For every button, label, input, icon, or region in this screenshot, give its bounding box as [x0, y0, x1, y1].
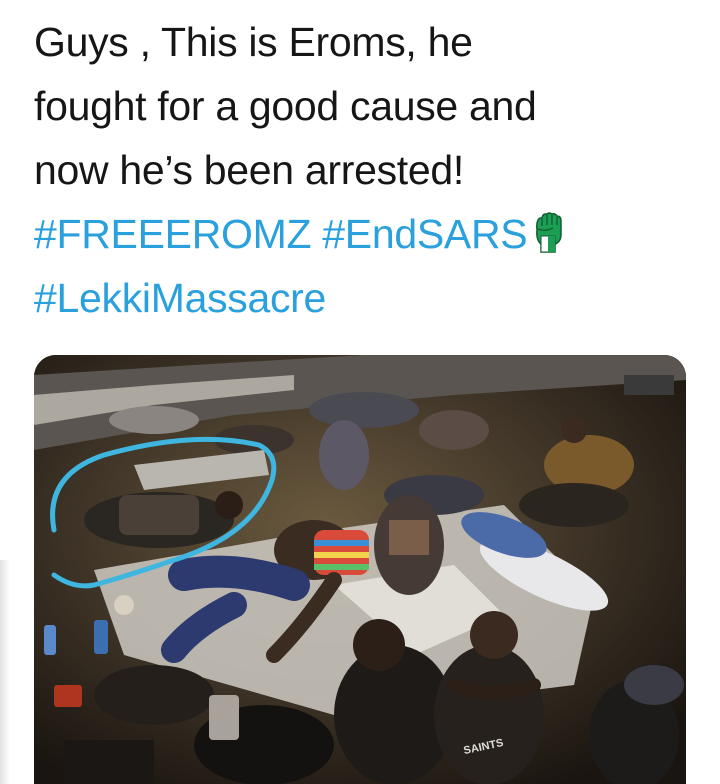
- tweet-line-1: Guys , This is Eroms, he: [34, 19, 473, 65]
- tweet-hashtag-line-2: #LekkiMassacre: [34, 266, 704, 330]
- tweet-body: Guys , This is Eroms, he fought for a go…: [34, 10, 704, 330]
- hashtag-endsars[interactable]: #EndSARS: [322, 211, 527, 257]
- person: [309, 392, 419, 428]
- edge-shadow: [0, 560, 10, 784]
- tweet-hashtag-line-1: #FREEEROMZ #EndSARS: [34, 202, 704, 266]
- protest-photo-illustration: SAINTS: [34, 355, 686, 784]
- hashtag-lekkimassacre[interactable]: #LekkiMassacre: [34, 275, 326, 321]
- tweet-screenshot: Guys , This is Eroms, he fought for a go…: [0, 0, 720, 784]
- hashtag-freeeromz[interactable]: #FREEEROMZ: [34, 211, 312, 257]
- raised-fist-icon: [531, 210, 565, 256]
- tweet-line-2: fought for a good cause and: [34, 83, 537, 129]
- tweet-photo[interactable]: SAINTS: [34, 355, 686, 784]
- tweet-line-3: now he’s been arrested!: [34, 147, 464, 193]
